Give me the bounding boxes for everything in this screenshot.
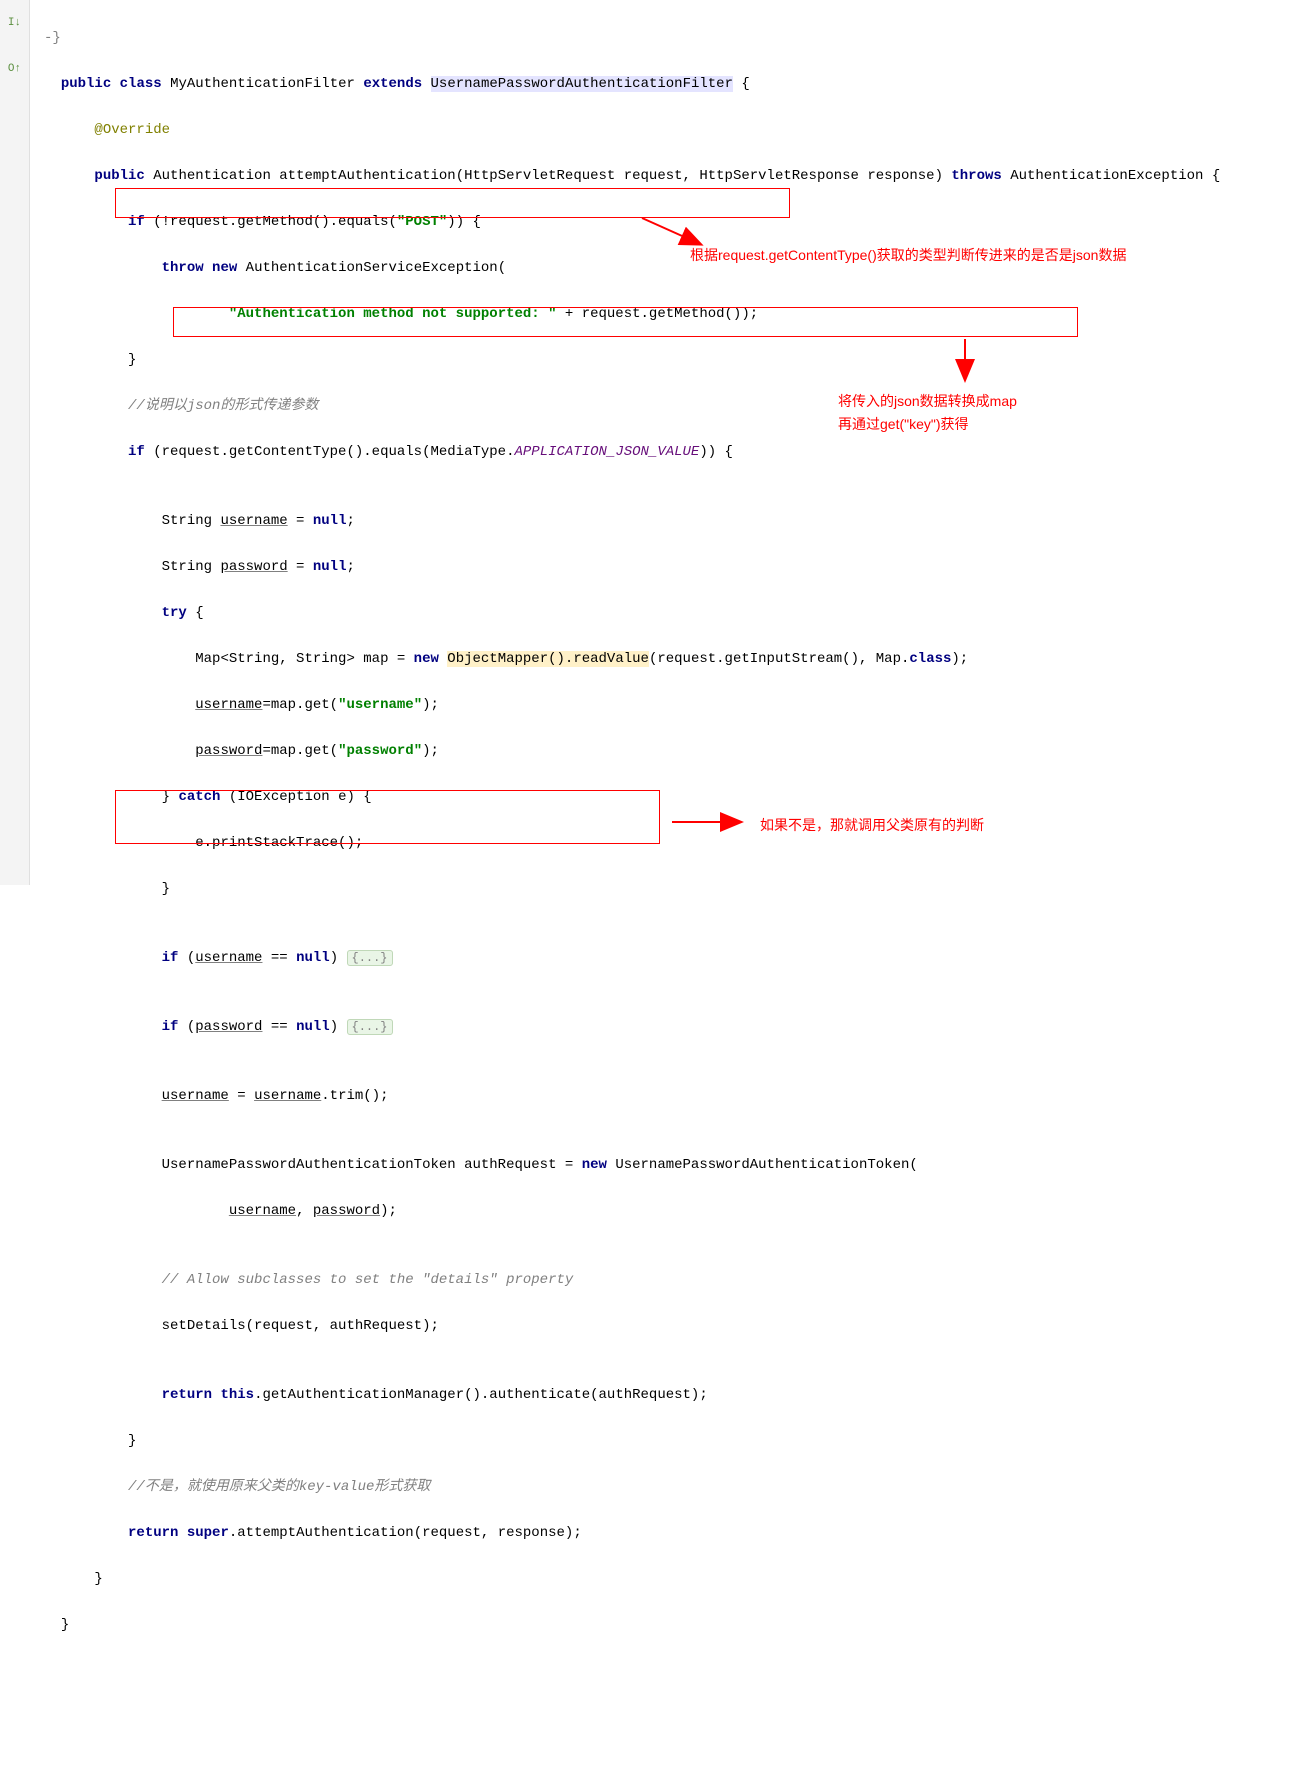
code-line[interactable]: }	[30, 349, 1298, 372]
fold-marker[interactable]: {...}	[347, 950, 393, 966]
code-line[interactable]: UsernamePasswordAuthenticationToken auth…	[30, 1154, 1298, 1177]
code-line[interactable]: -}	[30, 27, 1298, 50]
code-line[interactable]: @Override	[30, 119, 1298, 142]
annotation-text: 如果不是，那就调用父类原有的判断	[760, 814, 984, 837]
code-line[interactable]: // Allow subclasses to set the "details"…	[30, 1269, 1298, 1292]
code-line[interactable]: String username = null;	[30, 510, 1298, 533]
code-line[interactable]: if (!request.getMethod().equals("POST"))…	[30, 211, 1298, 234]
code-line[interactable]: username=map.get("username");	[30, 694, 1298, 717]
code-line[interactable]: return this.getAuthenticationManager().a…	[30, 1384, 1298, 1407]
code-line[interactable]: public Authentication attemptAuthenticat…	[30, 165, 1298, 188]
code-line[interactable]: }	[30, 878, 1298, 901]
code-line[interactable]: public class MyAuthenticationFilter exte…	[30, 73, 1298, 96]
code-line[interactable]: try {	[30, 602, 1298, 625]
arrow-icon	[668, 812, 748, 832]
code-line[interactable]: } catch (IOException e) {	[30, 786, 1298, 809]
code-line[interactable]: e.printStackTrace();	[30, 832, 1298, 855]
code-line[interactable]: setDetails(request, authRequest);	[30, 1315, 1298, 1338]
code-line[interactable]: }	[30, 1568, 1298, 1591]
code-line[interactable]: return super.attemptAuthentication(reque…	[30, 1522, 1298, 1545]
annotation-text: 根据request.getContentType()获取的类型判断传进来的是否是…	[690, 244, 1126, 267]
annotation-text: 将传入的json数据转换成map 再通过get("key")获得	[838, 390, 1017, 436]
code-line[interactable]: //说明以json的形式传递参数	[30, 395, 1298, 418]
code-line[interactable]: "Authentication method not supported: " …	[30, 303, 1298, 326]
code-line[interactable]: if (password == null) {...}	[30, 1016, 1298, 1039]
code-line[interactable]: //不是，就使用原来父类的key-value形式获取	[30, 1476, 1298, 1499]
code-line[interactable]: }	[30, 1430, 1298, 1453]
code-line[interactable]: username = username.trim();	[30, 1085, 1298, 1108]
implement-icon[interactable]: I↓	[0, 17, 29, 29]
code-line[interactable]: username, password);	[30, 1200, 1298, 1223]
code-line[interactable]: if (username == null) {...}	[30, 947, 1298, 970]
code-editor[interactable]: -} public class MyAuthenticationFilter e…	[30, 0, 1298, 885]
code-line[interactable]: password=map.get("password");	[30, 740, 1298, 763]
fold-marker[interactable]: {...}	[347, 1019, 393, 1035]
code-line[interactable]: Map<String, String> map = new ObjectMapp…	[30, 648, 1298, 671]
code-line[interactable]: String password = null;	[30, 556, 1298, 579]
override-icon[interactable]: O↑	[0, 63, 29, 75]
code-line[interactable]: if (request.getContentType().equals(Medi…	[30, 441, 1298, 464]
code-line[interactable]: }	[30, 1614, 1298, 1637]
editor-gutter: O↑ I↓	[0, 0, 30, 885]
